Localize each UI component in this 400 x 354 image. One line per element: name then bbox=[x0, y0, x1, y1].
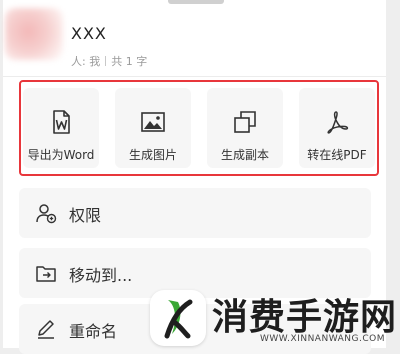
move-folder-icon bbox=[36, 266, 56, 282]
document-owner: 人: 我 bbox=[71, 55, 101, 68]
watermark: 消费手游网 WWW.XINNANWANG.COM bbox=[150, 282, 400, 348]
watermark-logo bbox=[150, 290, 206, 346]
document-header: XXX 人: 我共 1 字 bbox=[3, 0, 386, 78]
user-permission-icon bbox=[36, 204, 57, 224]
watermark-text: 消费手游网 bbox=[212, 297, 398, 338]
document-title: XXX bbox=[71, 24, 107, 43]
document-word-count: 共 1 字 bbox=[111, 55, 148, 68]
copy-icon bbox=[234, 111, 256, 133]
export-word-label: 导出为Word bbox=[27, 148, 95, 162]
watermark-url: WWW.XINNANWANG.COM bbox=[260, 334, 385, 344]
image-icon bbox=[141, 112, 165, 132]
menu-item-permission-label: 权限 bbox=[69, 206, 102, 225]
leaf-logo-icon bbox=[164, 299, 193, 339]
convert-pdf-button[interactable]: 转在线PDF bbox=[299, 88, 375, 168]
export-word-button[interactable]: 导出为Word bbox=[23, 88, 99, 168]
action-grid: 导出为Word 生成图片 生成副本 转在线PDF bbox=[23, 88, 375, 168]
word-file-icon bbox=[53, 110, 70, 134]
document-meta: 人: 我共 1 字 bbox=[71, 53, 147, 69]
generate-image-button[interactable]: 生成图片 bbox=[115, 88, 191, 168]
menu-item-move-to-label: 移动到... bbox=[69, 266, 133, 285]
document-avatar bbox=[5, 8, 63, 60]
generate-image-label: 生成图片 bbox=[128, 148, 177, 162]
generate-copy-label: 生成副本 bbox=[220, 148, 269, 162]
pdf-icon bbox=[327, 111, 349, 134]
generate-copy-button[interactable]: 生成副本 bbox=[207, 88, 283, 168]
meta-separator bbox=[105, 56, 107, 66]
header-divider bbox=[3, 76, 386, 77]
menu-item-rename-label: 重命名 bbox=[69, 322, 118, 341]
convert-pdf-label: 转在线PDF bbox=[307, 148, 367, 162]
menu-item-permission[interactable]: 权限 bbox=[19, 188, 371, 238]
pencil-icon bbox=[38, 320, 54, 339]
